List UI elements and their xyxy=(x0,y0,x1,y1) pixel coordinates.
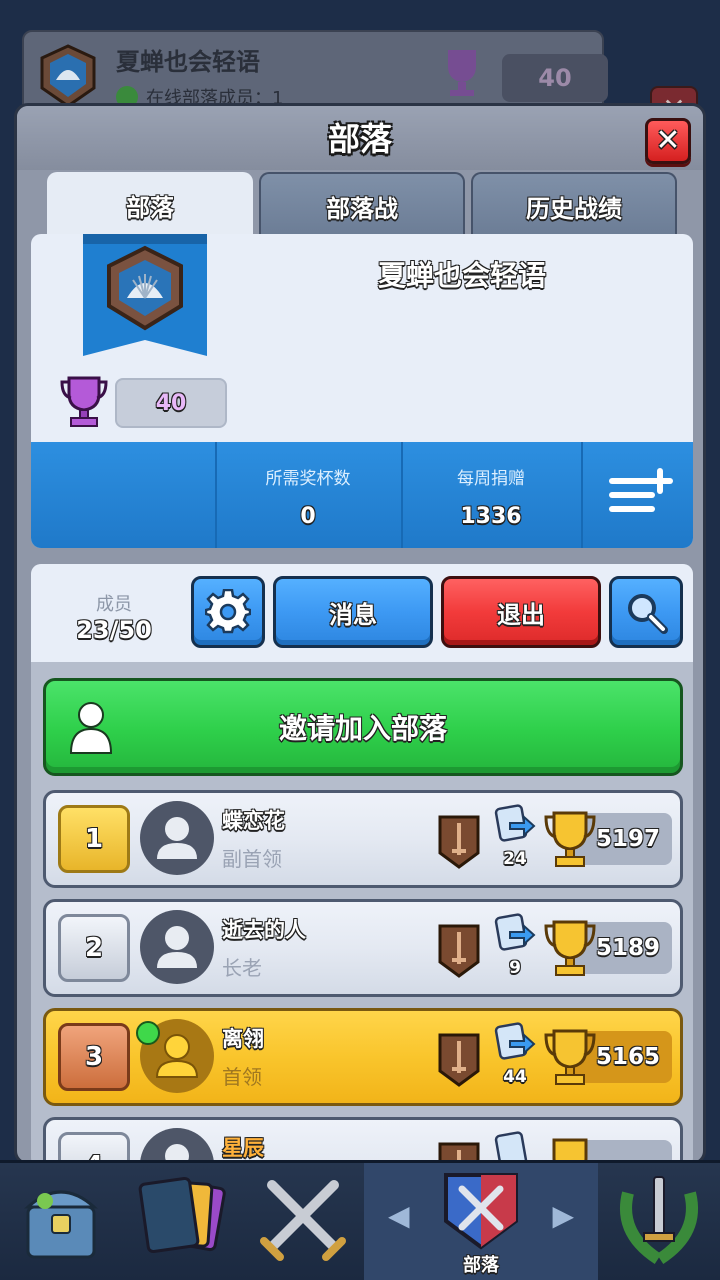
background-clan-name: 夏蝉也会轻语 xyxy=(116,48,260,76)
member-rank: 1 xyxy=(58,805,130,873)
weekly-donations-value: 1336 xyxy=(460,504,522,529)
settings-button[interactable] xyxy=(191,576,265,648)
member-row[interactable]: 1 蝶恋花 副首领 24 5197 xyxy=(43,790,683,888)
tab-history[interactable]: 历史战绩 xyxy=(471,172,677,238)
invite-button[interactable]: 邀请加入部落 xyxy=(43,678,683,776)
member-name: 星辰 xyxy=(222,1136,264,1160)
clan-shield-icon xyxy=(444,1173,518,1250)
donation-card-icon xyxy=(494,913,536,951)
nav-events[interactable] xyxy=(598,1163,720,1280)
close-button[interactable]: ✕ xyxy=(645,118,691,164)
members-count: 23/50 xyxy=(76,616,152,644)
clan-badge-icon xyxy=(40,44,96,108)
trophy-icon xyxy=(448,50,476,96)
nav-right-arrow-icon[interactable]: ▶ xyxy=(552,1199,574,1232)
member-name: 离翎 xyxy=(222,1027,264,1051)
nav-clan-label: 部落 xyxy=(463,1255,499,1276)
clan-trophy-count: 40 xyxy=(115,378,227,428)
member-role: 长老 xyxy=(222,956,262,980)
member-rank: 2 xyxy=(58,914,130,982)
clan-name: 夏蝉也会轻语 xyxy=(377,259,546,292)
clan-banner-icon xyxy=(83,234,207,356)
gear-icon xyxy=(205,589,251,634)
nav-cards[interactable] xyxy=(120,1163,242,1280)
clan-info-panel: 夏蝉也会轻语 40 所需奖杯数 0 每周捐赠 1336 xyxy=(31,234,693,548)
close-icon: ✕ xyxy=(655,123,681,158)
online-status-icon xyxy=(136,1021,160,1045)
cards-icon xyxy=(138,1176,226,1254)
chest-icon xyxy=(24,1190,98,1259)
members-label: 成员 xyxy=(96,594,132,615)
gold-trophy-icon xyxy=(544,920,596,976)
donation-card-icon xyxy=(494,804,536,842)
member-role: 副首领 xyxy=(222,847,282,871)
weekly-donations-label: 每周捐赠 xyxy=(457,469,525,489)
search-icon xyxy=(628,594,668,634)
members-panel: 成员 23/50 消息 退出 邀请加入部落 1 蝶恋花 副首领 24 5197 … xyxy=(31,564,693,1162)
avatar-person-icon xyxy=(157,817,197,859)
tab-bar: 部落 部落战 历史战绩 xyxy=(47,172,677,238)
nav-shop[interactable] xyxy=(0,1163,120,1280)
nav-left-arrow-icon[interactable]: ◀ xyxy=(388,1199,410,1232)
required-trophies-label: 所需奖杯数 xyxy=(265,469,351,489)
member-role: 首领 xyxy=(222,1065,262,1089)
clan-modal: 部落 ✕ 部落 部落战 历史战绩 夏蝉也会轻语 40 所需奖杯数 0 每周捐赠 … xyxy=(14,103,706,1165)
required-trophies-value: 0 xyxy=(300,504,316,529)
background-trophy-count: 40 xyxy=(502,54,608,102)
modal-title: 部落 xyxy=(327,120,392,158)
member-rank: 3 xyxy=(58,1023,130,1091)
arena-sword-icon xyxy=(438,815,480,869)
avatar-person-icon xyxy=(157,926,197,968)
clan-stats-bar: 所需奖杯数 0 每周捐赠 1336 xyxy=(31,442,693,548)
tab-clan-war[interactable]: 部落战 xyxy=(259,172,465,238)
donation-card-icon xyxy=(494,1022,536,1060)
leave-button[interactable]: 退出 xyxy=(441,576,601,648)
gold-trophy-icon xyxy=(544,1029,596,1085)
member-row[interactable]: 4 星辰 xyxy=(43,1117,683,1162)
member-name: 逝去的人 xyxy=(222,918,306,942)
clan-menu-add-icon[interactable] xyxy=(607,464,681,520)
member-name: 蝶恋花 xyxy=(222,809,285,833)
bottom-nav: ◀ ▶ 部落 xyxy=(0,1160,720,1280)
tab-clan[interactable]: 部落 xyxy=(47,172,253,238)
member-row-self[interactable]: 3 离翎 首领 44 5165 xyxy=(43,1008,683,1106)
purple-trophy-icon xyxy=(60,376,108,427)
search-button[interactable] xyxy=(609,576,683,648)
member-donations: 9 xyxy=(509,958,521,978)
crossed-swords-icon xyxy=(260,1180,346,1261)
gold-trophy-icon xyxy=(544,811,596,867)
nav-battle[interactable] xyxy=(242,1163,364,1280)
member-donations: 44 xyxy=(503,1067,527,1087)
member-donations: 24 xyxy=(503,849,527,869)
nav-clan[interactable]: ◀ ▶ 部落 xyxy=(364,1163,598,1280)
arena-sword-icon xyxy=(438,924,480,978)
message-button[interactable]: 消息 xyxy=(273,576,433,648)
members-toolbar: 成员 23/50 消息 退出 xyxy=(31,564,693,662)
member-row[interactable]: 2 逝去的人 长老 9 5189 xyxy=(43,899,683,997)
invite-label: 邀请加入部落 xyxy=(278,712,447,745)
laurel-sword-icon xyxy=(620,1176,698,1265)
arena-sword-icon xyxy=(438,1033,480,1087)
modal-header: 部落 ✕ xyxy=(17,106,703,170)
avatar xyxy=(140,801,214,875)
avatar xyxy=(140,910,214,984)
